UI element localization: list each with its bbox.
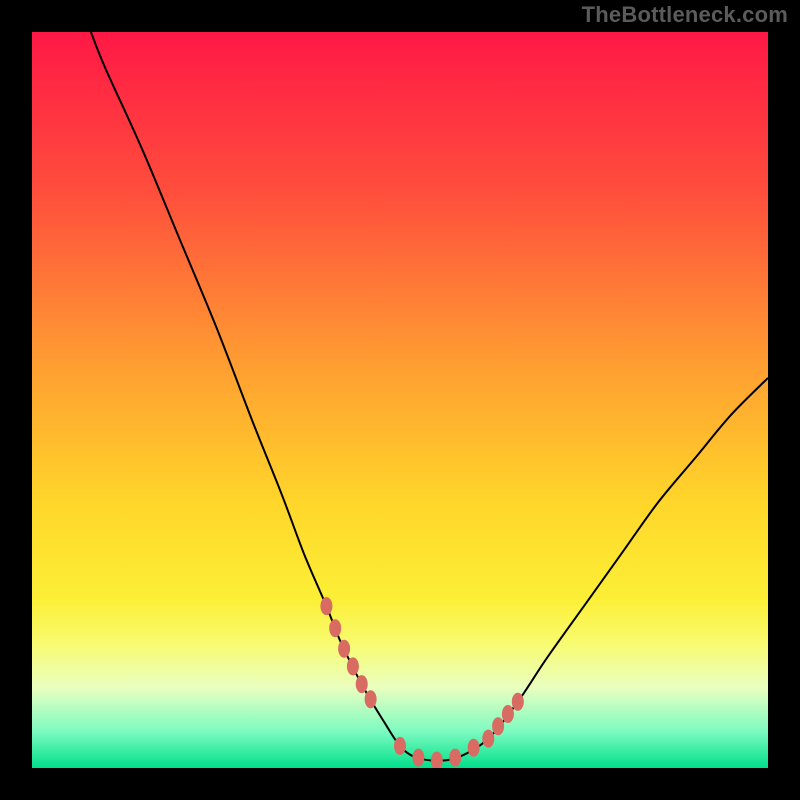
bead-marker [356, 675, 368, 693]
bead-marker [449, 749, 461, 767]
bead-marker [412, 749, 424, 767]
bead-marker [320, 597, 332, 615]
bead-marker [431, 752, 443, 768]
bead-marker [347, 657, 359, 675]
bead-marker [365, 690, 377, 708]
plot-svg [32, 32, 768, 768]
watermark-text: TheBottleneck.com [582, 2, 788, 28]
bottleneck-curve [91, 32, 768, 761]
bead-marker [512, 693, 524, 711]
bead-marker [329, 619, 341, 637]
bead-marker [502, 705, 514, 723]
bead-marker [394, 737, 406, 755]
bead-marker [468, 739, 480, 757]
bead-marker [492, 717, 504, 735]
chart-frame: TheBottleneck.com [0, 0, 800, 800]
bead-marker [338, 640, 350, 658]
bead-marker [482, 730, 494, 748]
bead-markers [320, 597, 523, 768]
plot-area [32, 32, 768, 768]
